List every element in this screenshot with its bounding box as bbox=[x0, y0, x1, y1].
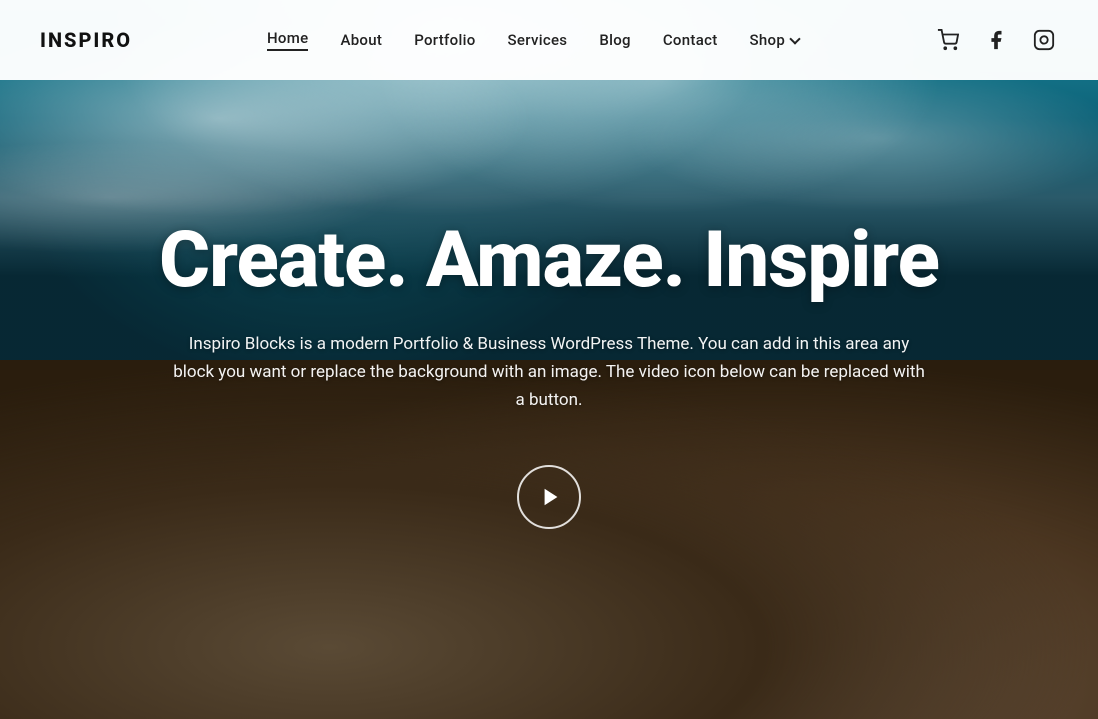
nav-item-services[interactable]: Services bbox=[508, 31, 568, 49]
hero-title: Create. Amaze. Inspire bbox=[159, 220, 939, 302]
nav-item-contact[interactable]: Contact bbox=[663, 31, 718, 49]
header-icons bbox=[934, 26, 1058, 54]
facebook-icon[interactable] bbox=[982, 26, 1010, 54]
nav-item-about[interactable]: About bbox=[340, 31, 382, 49]
nav-item-blog[interactable]: Blog bbox=[599, 31, 631, 49]
main-nav: Home About Portfolio Services Blog Conta… bbox=[267, 29, 799, 51]
play-icon bbox=[540, 486, 562, 508]
chevron-down-icon bbox=[789, 33, 800, 44]
nav-item-portfolio[interactable]: Portfolio bbox=[414, 31, 475, 49]
hero-section: INSPIRO Home About Portfolio Services Bl… bbox=[0, 0, 1098, 719]
hero-subtitle: Inspiro Blocks is a modern Portfolio & B… bbox=[169, 330, 929, 414]
hero-content: Create. Amaze. Inspire Inspiro Blocks is… bbox=[119, 220, 979, 528]
cart-icon[interactable] bbox=[934, 26, 962, 54]
site-logo[interactable]: INSPIRO bbox=[40, 28, 132, 52]
play-button[interactable] bbox=[517, 465, 581, 529]
nav-item-home[interactable]: Home bbox=[267, 29, 308, 51]
instagram-icon[interactable] bbox=[1030, 26, 1058, 54]
site-header: INSPIRO Home About Portfolio Services Bl… bbox=[0, 0, 1098, 80]
nav-item-shop[interactable]: Shop bbox=[750, 31, 800, 49]
